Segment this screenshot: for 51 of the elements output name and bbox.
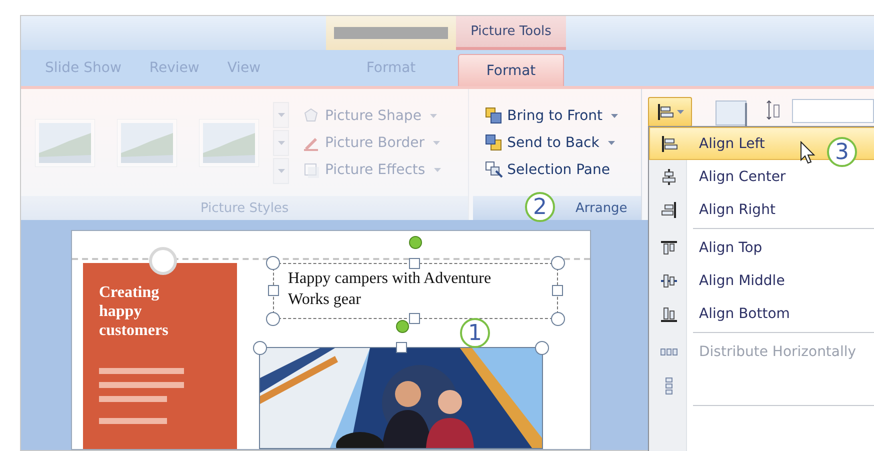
align-bottom-icon [660, 304, 678, 322]
resize-handle[interactable] [268, 285, 279, 296]
caret-icon [278, 140, 284, 144]
resize-handle[interactable] [409, 313, 420, 324]
resize-handle[interactable] [551, 312, 565, 326]
caret-icon [677, 110, 684, 114]
picture-effects-icon [303, 160, 321, 178]
menu-item[interactable]: Align Bottom [649, 297, 874, 330]
caret-icon [608, 140, 615, 144]
style-thumbnail[interactable] [35, 118, 95, 166]
send-to-back-icon [485, 134, 504, 152]
resize-handle[interactable] [552, 285, 563, 296]
align-left-icon [660, 134, 678, 152]
caret-icon [278, 112, 284, 116]
style-thumbnail[interactable] [199, 118, 259, 166]
resize-handle[interactable] [266, 256, 280, 270]
rotation-handle[interactable] [396, 320, 409, 333]
menu-item[interactable]: Align Middle [649, 264, 874, 297]
caret-icon [430, 114, 437, 118]
mouse-pointer-icon [800, 141, 816, 165]
group-label: Picture Styles [21, 196, 468, 220]
height-icon [766, 99, 780, 121]
context-tab-label: Picture Tools [456, 16, 566, 50]
ribbon-command[interactable]: Send to Back [485, 134, 618, 152]
menu-item[interactable]: Align Right [649, 193, 874, 226]
caret-icon [432, 140, 440, 144]
bring-to-front-icon [485, 106, 504, 124]
style-thumbnail[interactable] [117, 118, 177, 166]
resize-handle[interactable] [409, 258, 420, 269]
resize-handle[interactable] [266, 312, 280, 326]
align-right-icon [660, 200, 678, 218]
height-field[interactable] [792, 99, 874, 123]
caret-icon [278, 168, 284, 172]
align-top-icon [660, 238, 678, 256]
resize-handle[interactable] [396, 342, 407, 353]
align-left-icon [656, 103, 674, 121]
align-middle-icon [660, 272, 678, 290]
menu-item[interactable]: Align Top [649, 231, 874, 264]
rotation-handle[interactable] [409, 236, 422, 249]
align-center-icon [660, 168, 678, 186]
align-button[interactable] [648, 97, 692, 127]
selection-pane-icon [485, 160, 504, 178]
caret-icon [610, 114, 618, 118]
resize-handle[interactable] [535, 341, 549, 355]
panel-title: Creating happy customers [99, 283, 170, 340]
resize-handle[interactable] [551, 256, 565, 270]
ribbon-command[interactable]: Bring to Front [485, 106, 618, 124]
ribbon-command[interactable]: Selection Pane [485, 160, 618, 178]
ribbon-tab[interactable]: Format [458, 54, 564, 86]
caret-icon [434, 168, 441, 172]
resize-handle[interactable] [253, 341, 267, 355]
